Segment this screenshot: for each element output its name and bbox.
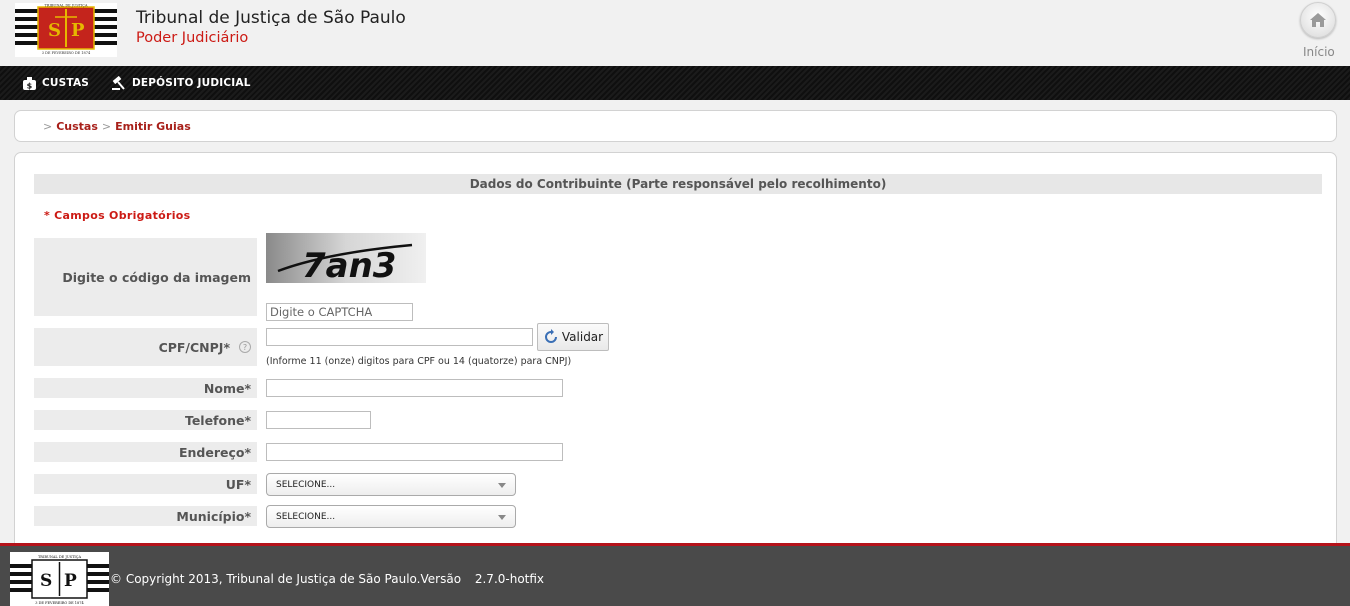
- municipio-select-value: SELECIONE...: [276, 512, 336, 522]
- nav-item-label: CUSTAS: [42, 77, 90, 89]
- section-title: Dados do Contribuinte (Parte responsável…: [34, 174, 1322, 194]
- main-navbar: $ CUSTAS DEPÓSITO JUDICIAL: [0, 66, 1350, 100]
- nome-input[interactable]: [266, 379, 563, 397]
- cpf-cnpj-hint: (Informe 11 (onze) digitos para CPF ou 1…: [266, 356, 572, 367]
- footer-logo-letter-p: P: [64, 571, 77, 591]
- logo-letter-p: P: [71, 20, 85, 41]
- app-header: S P TRIBUNAL DE JUSTIÇA 3 DE FEVEREIRO D…: [0, 0, 1350, 66]
- breadcrumb: > Custas > Emitir Guias: [39, 120, 191, 133]
- help-icon[interactable]: ?: [239, 341, 251, 353]
- home-icon: [1310, 13, 1326, 27]
- nav-item-custas[interactable]: $ CUSTAS: [22, 66, 89, 100]
- captcha-image: 7an3: [266, 233, 426, 283]
- page-footer: S P TRIBUNAL DE JUSTIÇA 3 DE FEVEREIRO D…: [0, 543, 1350, 606]
- validate-button[interactable]: Validar: [537, 323, 609, 351]
- endereco-label: Endereço*: [34, 442, 257, 462]
- captcha-label-text: Digite o código da imagem: [62, 269, 251, 285]
- home-button[interactable]: [1300, 2, 1336, 38]
- nav-item-deposito-judicial[interactable]: DEPÓSITO JUDICIAL: [111, 66, 251, 100]
- chevron-down-icon: [498, 515, 506, 520]
- logo-letter-s: S: [48, 20, 61, 41]
- breadcrumb-item-custas[interactable]: Custas: [56, 120, 98, 133]
- logo-bottom-text: 3 DE FEVEREIRO DE 1874: [42, 51, 91, 55]
- nav-item-label: DEPÓSITO JUDICIAL: [132, 77, 251, 89]
- site-title: Tribunal de Justiça de São Paulo: [136, 8, 406, 28]
- uf-select-value: SELECIONE...: [276, 480, 336, 490]
- copyright-text: © Copyright 2013, Tribunal de Justiça de…: [110, 572, 462, 586]
- uf-select[interactable]: SELECIONE...: [266, 473, 516, 496]
- captcha-label: Digite o código da imagem: [34, 238, 257, 316]
- footer-logo-top-text: TRIBUNAL DE JUSTIÇA: [38, 555, 82, 559]
- municipio-label-text: Município*: [176, 508, 251, 524]
- telefone-label: Telefone*: [34, 410, 257, 430]
- cpf-cnpj-label-text: CPF/CNPJ*: [158, 339, 230, 355]
- logo-top-text: TRIBUNAL DE JUSTIÇA: [44, 4, 88, 8]
- validate-button-label: Validar: [561, 330, 604, 344]
- svg-text:$: $: [27, 81, 33, 90]
- captcha-text: 7an3: [302, 246, 396, 283]
- refresh-icon: [544, 329, 557, 343]
- breadcrumb-item-emitir-guias[interactable]: Emitir Guias: [115, 120, 191, 133]
- endereco-label-text: Endereço*: [178, 444, 251, 460]
- footer-logo-letter-s: S: [40, 571, 52, 591]
- required-fields-note: * Campos Obrigatórios: [44, 209, 191, 222]
- gavel-icon: [112, 75, 125, 90]
- telefone-input[interactable]: [266, 411, 371, 429]
- chevron-down-icon: [498, 483, 506, 488]
- footer-copyright: © Copyright 2013, Tribunal de Justiça de…: [110, 572, 544, 586]
- nome-label: Nome*: [34, 378, 257, 398]
- footer-tjsp-logo: S P TRIBUNAL DE JUSTIÇA 3 DE FEVEREIRO D…: [10, 552, 109, 606]
- money-bag-icon: $: [23, 76, 36, 90]
- municipio-select[interactable]: SELECIONE...: [266, 505, 516, 528]
- cpf-cnpj-input[interactable]: [266, 328, 533, 346]
- nome-label-text: Nome*: [203, 380, 251, 396]
- uf-label-text: UF*: [225, 476, 251, 492]
- telefone-label-text: Telefone*: [184, 412, 251, 428]
- endereco-input[interactable]: [266, 443, 563, 461]
- breadcrumb-bar: > Custas > Emitir Guias: [14, 110, 1337, 142]
- municipio-label: Município*: [34, 506, 257, 526]
- captcha-input[interactable]: [266, 303, 413, 321]
- uf-label: UF*: [34, 474, 257, 494]
- site-subtitle: Poder Judiciário: [136, 30, 249, 46]
- cpf-cnpj-label: CPF/CNPJ* ?: [34, 328, 257, 366]
- home-label[interactable]: Início: [1303, 45, 1335, 59]
- breadcrumb-separator: >: [101, 120, 112, 133]
- breadcrumb-separator: >: [43, 120, 53, 133]
- version-text: 2.7.0-hotfix: [474, 572, 545, 586]
- footer-logo-bottom-text: 3 DE FEVEREIRO DE 1874: [35, 601, 84, 605]
- tjsp-logo[interactable]: S P TRIBUNAL DE JUSTIÇA 3 DE FEVEREIRO D…: [15, 3, 117, 57]
